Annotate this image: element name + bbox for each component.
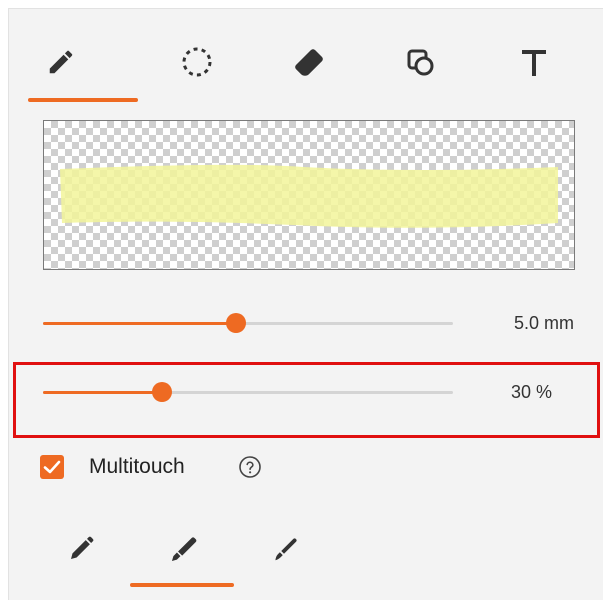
multitouch-label: Multitouch [89, 455, 185, 478]
pen-type-brush[interactable] [261, 524, 311, 574]
pencil-icon [49, 50, 73, 74]
checkmark-icon [43, 460, 61, 474]
active-pen-indicator [130, 583, 234, 587]
brush-pen-icon [275, 538, 297, 561]
active-tab-indicator [28, 98, 138, 102]
size-value: 5.0 mm [513, 313, 574, 333]
text-icon [522, 50, 546, 76]
tab-text[interactable] [505, 33, 563, 91]
tab-pen[interactable] [32, 33, 90, 91]
multitouch-checkbox[interactable] [40, 455, 64, 479]
shapes-icon [407, 49, 434, 76]
pen-type-highlighter[interactable] [159, 524, 209, 574]
highlighter-stroke [60, 164, 558, 228]
tab-lasso[interactable] [168, 33, 226, 91]
size-slider[interactable] [43, 313, 453, 333]
highlight-annotation [13, 362, 600, 438]
stroke-preview [43, 120, 575, 270]
highlighter-icon [171, 537, 197, 562]
tab-shapes[interactable] [391, 33, 449, 91]
dotted-circle-icon [182, 47, 212, 77]
size-slider-row: 5.0 mm [9, 303, 603, 343]
fountain-pen-icon [71, 536, 94, 559]
help-icon[interactable] [238, 455, 262, 479]
tool-settings-panel: 5.0 mm 30 % Multitouch [8, 8, 603, 600]
eraser-icon [295, 49, 323, 76]
size-slider-fill [43, 322, 236, 325]
pen-type-fountain[interactable] [56, 524, 106, 574]
tab-eraser[interactable] [280, 33, 338, 91]
size-slider-thumb[interactable] [225, 313, 246, 333]
